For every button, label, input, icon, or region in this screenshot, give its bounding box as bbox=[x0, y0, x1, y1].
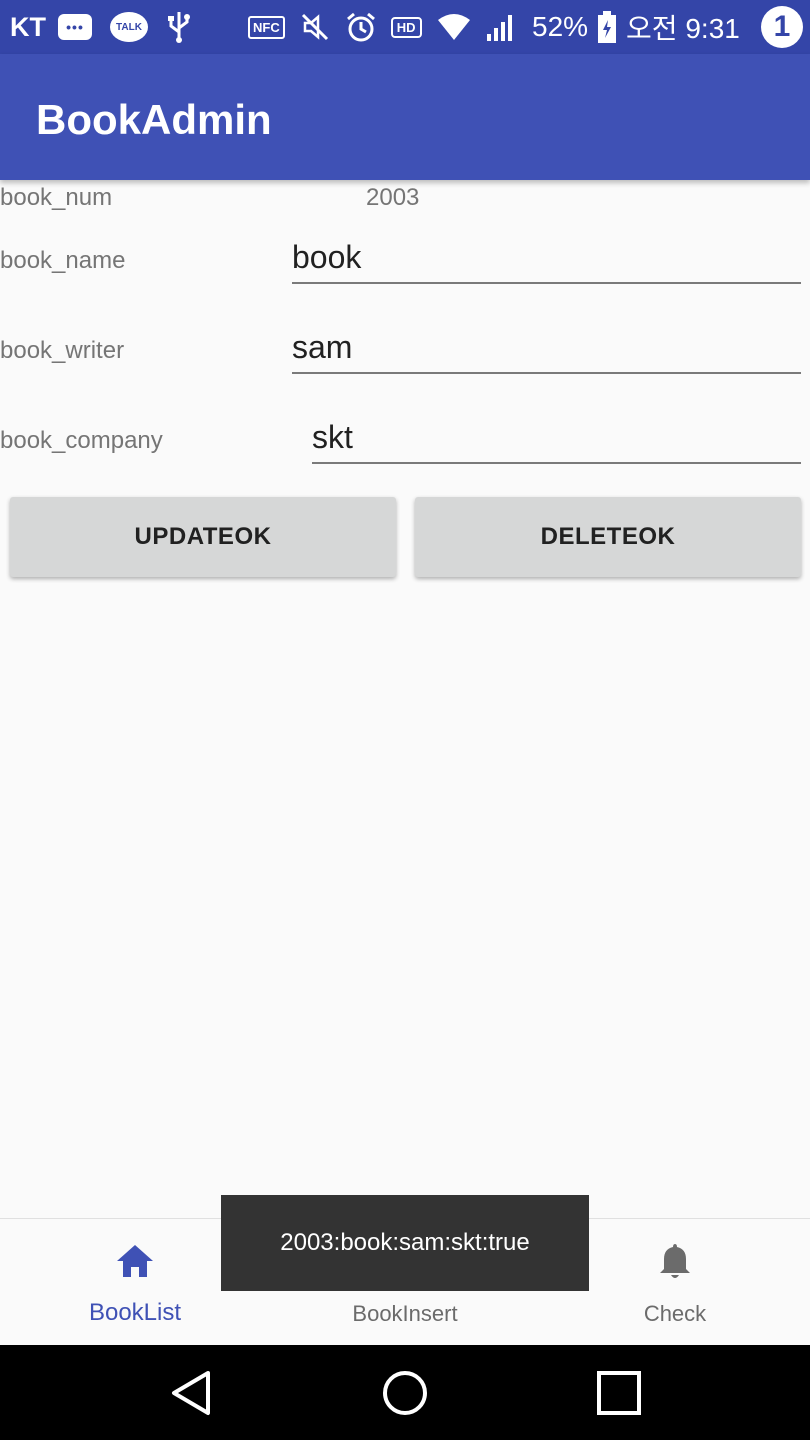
book-num-value: 2003 bbox=[366, 184, 420, 211]
toast-message: 2003:book:sam:skt:true bbox=[221, 1195, 589, 1291]
book-name-input[interactable]: book bbox=[292, 238, 801, 284]
system-navigation-bar bbox=[0, 1345, 810, 1440]
home-button-icon[interactable] bbox=[379, 1367, 431, 1419]
back-icon[interactable] bbox=[166, 1367, 218, 1419]
hd-icon: HD bbox=[390, 16, 422, 38]
app-title: BookAdmin bbox=[36, 96, 272, 143]
status-right: 52% 오전 9:31 bbox=[532, 0, 740, 54]
message-icon: ••• bbox=[58, 14, 92, 40]
nfc-icon: NFC bbox=[248, 15, 285, 39]
battery-icon bbox=[598, 11, 617, 43]
kakaotalk-icon: TALK bbox=[110, 12, 148, 42]
screen: KT ••• TALK NFC HD 52% 오전 9:31 1 BookAdm… bbox=[0, 0, 810, 1440]
home-icon bbox=[117, 1245, 153, 1277]
status-bar: KT ••• TALK NFC HD 52% 오전 9:31 1 bbox=[0, 0, 810, 54]
book-company-input[interactable]: skt bbox=[312, 418, 801, 464]
recents-icon[interactable] bbox=[593, 1367, 645, 1419]
delete-button[interactable]: DELETEOK bbox=[415, 497, 801, 577]
book-writer-input[interactable]: sam bbox=[292, 328, 801, 374]
nav-label-check: Check bbox=[643, 1301, 707, 1326]
update-button[interactable]: UPDATEOK bbox=[10, 497, 396, 577]
wifi-icon bbox=[437, 14, 470, 40]
notification-icons: ••• TALK bbox=[58, 0, 192, 54]
bell-icon bbox=[660, 1244, 690, 1278]
clock: 오전 9:31 bbox=[626, 13, 740, 44]
notification-badge: 1 bbox=[761, 6, 803, 48]
battery-percent: 52% bbox=[532, 11, 589, 42]
book-num-label: book_num bbox=[0, 184, 113, 211]
book-writer-label: book_writer bbox=[0, 337, 125, 364]
book-name-label: book_name bbox=[0, 247, 126, 274]
carrier-name: KT bbox=[10, 11, 46, 42]
alarm-icon bbox=[346, 12, 375, 42]
app-bar: BookAdmin bbox=[0, 54, 810, 180]
signal-icon bbox=[486, 15, 512, 41]
mute-icon bbox=[301, 13, 328, 41]
nav-label-booklist: BookList bbox=[88, 1299, 182, 1326]
book-company-label: book_company bbox=[0, 427, 163, 454]
system-icons: NFC HD bbox=[248, 0, 516, 54]
usb-icon bbox=[168, 12, 190, 43]
nav-label-bookinsert: BookInsert bbox=[352, 1301, 458, 1326]
